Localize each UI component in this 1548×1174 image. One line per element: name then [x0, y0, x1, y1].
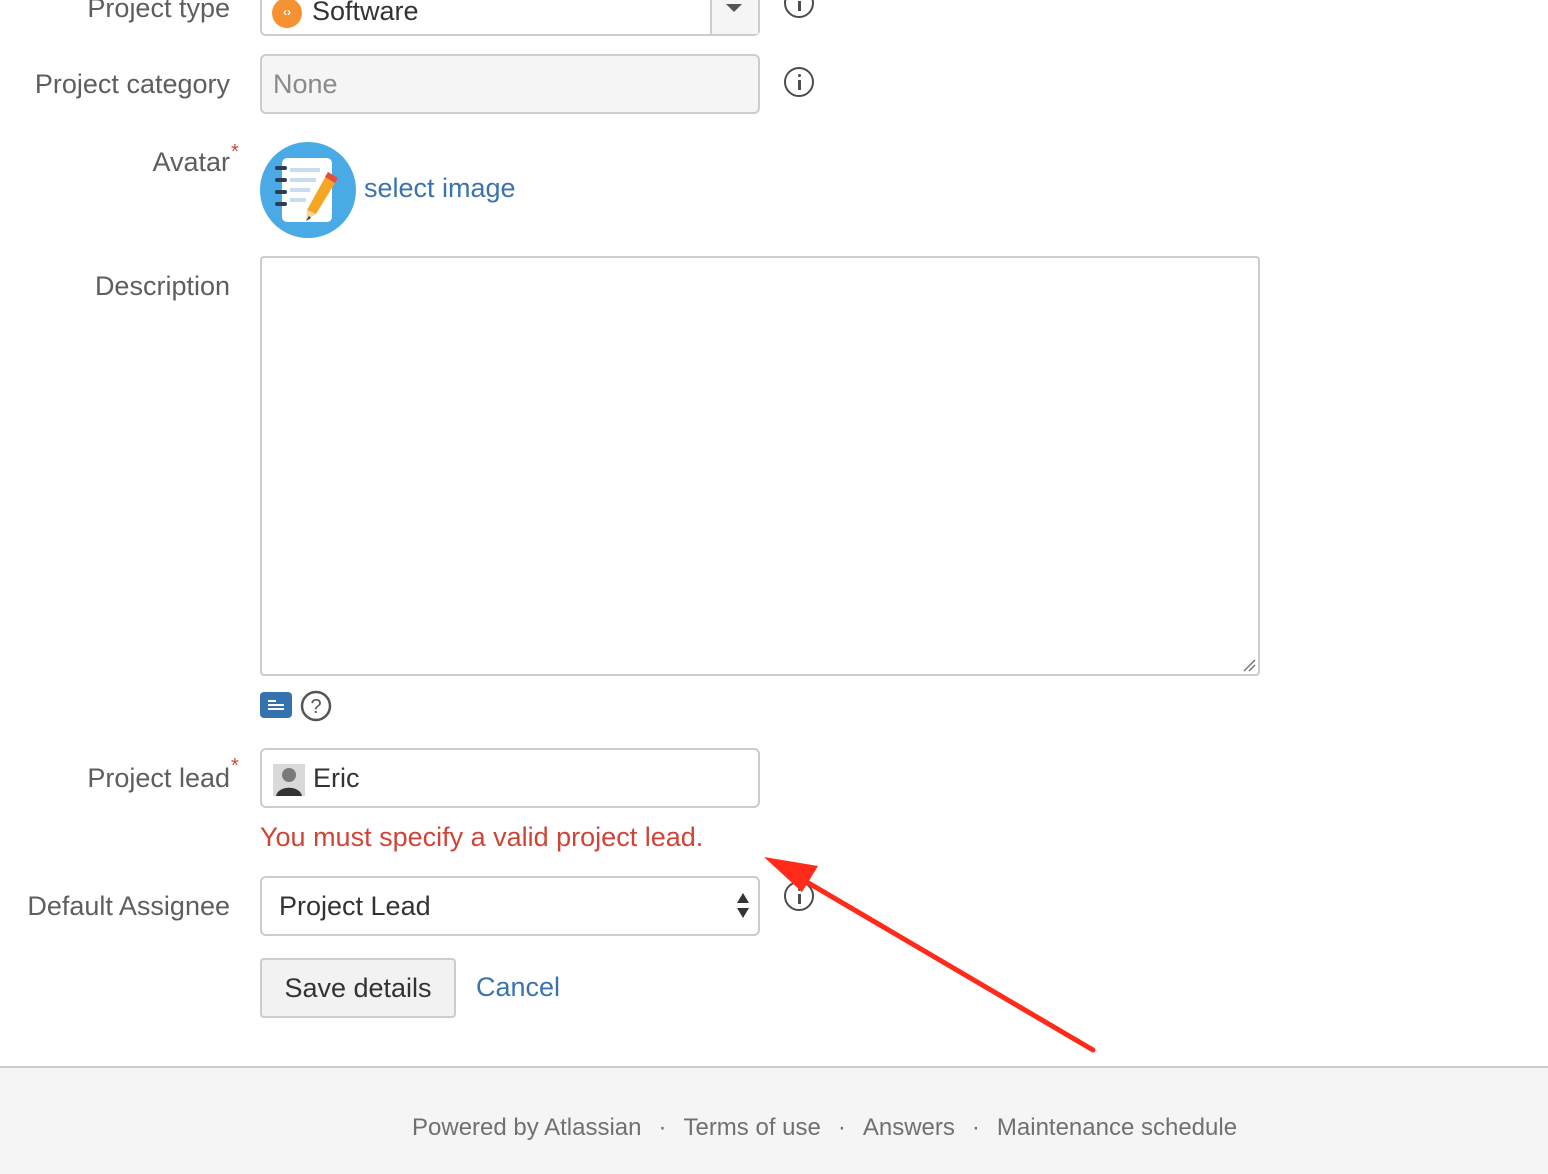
- select-image-link[interactable]: select image: [364, 173, 516, 204]
- footer-separator: ·: [971, 1114, 980, 1141]
- project-category-label: Project category: [34, 69, 230, 99]
- footer-link-maintenance[interactable]: Maintenance schedule: [997, 1114, 1237, 1141]
- project-type-info-icon[interactable]: [784, 0, 814, 18]
- project-category-placeholder: None: [273, 69, 338, 99]
- notebook-pencil-icon: [260, 142, 356, 238]
- chevron-down-icon: [726, 4, 742, 12]
- footer-links: Powered by Atlassian · Terms of use · Answer…: [412, 1114, 1237, 1142]
- default-assignee-value: Project Lead: [279, 891, 431, 921]
- description-label: Description: [94, 271, 230, 301]
- save-details-button[interactable]: Save details: [260, 958, 456, 1018]
- project-lead-required-mark: *: [231, 755, 239, 777]
- up-down-arrows-icon: [737, 893, 749, 918]
- question-circle-icon[interactable]: ?: [300, 690, 332, 722]
- wiki-renderer-icon[interactable]: [260, 692, 292, 718]
- resize-handle-icon[interactable]: [1242, 658, 1256, 672]
- project-lead-error: You must specify a valid project lead.: [260, 822, 704, 852]
- avatar-required-mark: *: [231, 141, 239, 163]
- project-category-input[interactable]: None: [260, 54, 760, 114]
- software-icon: ‹›: [272, 0, 302, 28]
- avatar-image[interactable]: [260, 142, 356, 238]
- footer-link-powered-by[interactable]: Powered by Atlassian: [412, 1114, 641, 1141]
- footer-separator: ·: [837, 1114, 846, 1141]
- project-type-select[interactable]: ‹› Software: [260, 0, 760, 36]
- svg-text:‹›: ‹›: [283, 5, 291, 19]
- project-type-value: Software: [312, 0, 419, 26]
- default-assignee-info-icon[interactable]: [784, 881, 814, 911]
- default-assignee-label: Default Assignee: [27, 891, 230, 921]
- footer: Powered by Atlassian · Terms of use · Answer…: [0, 1066, 1548, 1174]
- footer-link-terms[interactable]: Terms of use: [683, 1114, 820, 1141]
- project-lead-label: Project lead: [87, 763, 230, 793]
- cancel-link[interactable]: Cancel: [476, 972, 560, 1003]
- user-avatar-icon: [273, 764, 305, 796]
- project-category-info-icon[interactable]: [784, 67, 814, 97]
- project-lead-value: Eric: [313, 763, 360, 793]
- footer-link-answers[interactable]: Answers: [863, 1114, 955, 1141]
- svg-text:?: ?: [310, 696, 321, 718]
- footer-separator: ·: [658, 1114, 667, 1141]
- project-lead-input[interactable]: Eric: [260, 748, 760, 808]
- project-type-label: Project type: [87, 0, 230, 23]
- avatar-label: Avatar: [152, 147, 230, 177]
- description-textarea[interactable]: [260, 256, 1260, 676]
- save-details-label: Save details: [284, 973, 432, 1003]
- default-assignee-select[interactable]: Project Lead: [260, 876, 760, 936]
- dropdown-toggle[interactable]: [710, 0, 758, 34]
